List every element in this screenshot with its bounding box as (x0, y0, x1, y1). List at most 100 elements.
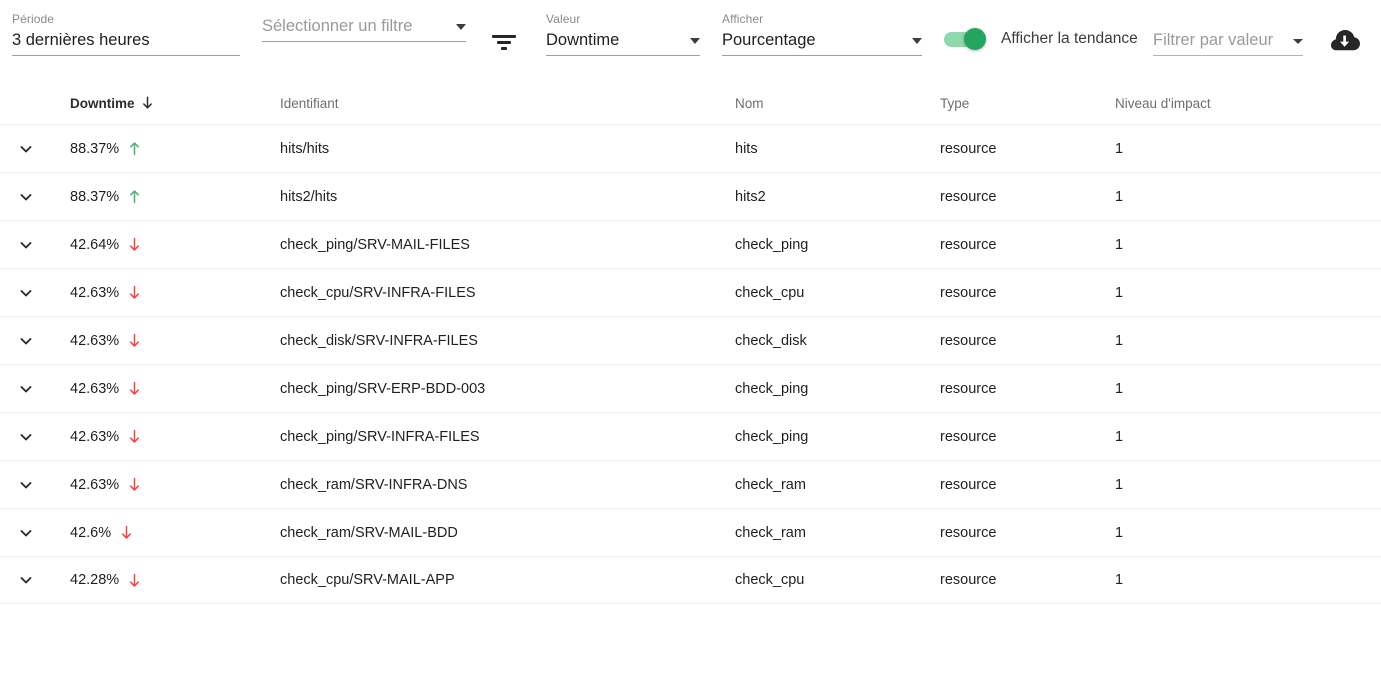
chevron-down-icon[interactable] (17, 571, 35, 589)
downtime-value: 42.6% (70, 524, 112, 541)
downtime-value: 42.63% (70, 428, 120, 445)
trend-up-icon (128, 189, 141, 204)
table-row[interactable]: 42.63% check_cpu/SRV-INFRA-FILES check_cpu… (0, 268, 1381, 316)
table-row[interactable]: 88.37% hits/hits hits resource 1 (0, 124, 1381, 172)
cell-type: resource (940, 140, 997, 157)
chevron-down-icon[interactable] (17, 332, 35, 350)
column-header-nom-label: Nom (735, 95, 764, 111)
cell-nom: check_ping (735, 380, 809, 397)
toggle-knob (964, 27, 986, 50)
downtime-value: 42.63% (70, 380, 120, 397)
downtime-value: 88.37% (70, 140, 120, 157)
cell-downtime: 42.63% (70, 429, 280, 445)
table-row[interactable]: 42.63% check_ping/SRV-ERP-BDD-003 check_pi… (0, 364, 1381, 412)
value-select[interactable]: Valeur Downtime (546, 12, 700, 56)
cell-niveau-impact: 1 (1115, 380, 1124, 397)
cell-identifiant: check_ping/SRV-MAIL-FILES (280, 236, 470, 253)
trend-down-icon (128, 237, 141, 252)
cell-downtime: 42.28% (70, 572, 280, 588)
column-header-niveau-impact[interactable]: Niveau d'impact (1115, 96, 1365, 111)
trend-up-icon (128, 141, 141, 156)
trend-down-icon (128, 573, 141, 588)
cell-type: resource (940, 380, 997, 397)
cell-downtime: 42.63% (70, 381, 280, 397)
cell-type: resource (940, 476, 997, 493)
chevron-down-icon[interactable] (17, 476, 35, 494)
cell-nom: check_ping (735, 428, 809, 445)
sort-descending-icon (141, 96, 154, 110)
trend-down-icon (120, 525, 133, 540)
cell-identifiant: check_cpu/SRV-MAIL-APP (280, 572, 455, 588)
filters-toolbar: Période 3 dernières heures Sélectionner … (0, 0, 1381, 82)
chevron-down-icon (912, 38, 922, 44)
column-header-nom[interactable]: Nom (735, 96, 940, 111)
cell-niveau-impact: 1 (1115, 332, 1124, 349)
cell-downtime: 42.63% (70, 285, 280, 301)
column-header-niveau-impact-label: Niveau d'impact (1115, 95, 1211, 111)
downtime-table: Downtime Identifiant Nom Type Niveau d'i… (0, 82, 1381, 604)
chevron-down-icon[interactable] (17, 188, 35, 206)
chevron-down-icon[interactable] (17, 284, 35, 302)
trend-down-icon (128, 285, 141, 300)
cell-identifiant: check_ram/SRV-MAIL-BDD (280, 524, 458, 541)
cell-nom: check_ping (735, 236, 809, 253)
cell-identifiant: hits/hits (280, 140, 330, 157)
cell-nom: check_cpu (735, 284, 805, 301)
table-row[interactable]: 42.28% check_cpu/SRV-MAIL-APP check_cpu res… (0, 556, 1381, 604)
table-row[interactable]: 42.64% check_ping/SRV-MAIL-FILES check_pin… (0, 220, 1381, 268)
downtime-value: 42.63% (70, 284, 120, 301)
trend-down-icon (128, 333, 141, 348)
column-header-identifiant-label: Identifiant (280, 95, 339, 111)
cell-identifiant: check_ram/SRV-INFRA-DNS (280, 476, 468, 493)
chevron-down-icon (690, 38, 700, 44)
period-select[interactable]: Période 3 dernières heures (12, 12, 240, 56)
display-select[interactable]: Afficher Pourcentage (722, 12, 922, 56)
cell-nom: check_ram (735, 476, 806, 493)
chevron-down-icon[interactable] (17, 428, 35, 446)
downtime-value: 88.37% (70, 188, 120, 205)
table-row[interactable]: 42.6% check_ram/SRV-MAIL-BDD check_ram reso… (0, 508, 1381, 556)
filter-icon[interactable] (490, 30, 518, 54)
table-row[interactable]: 42.63% check_ping/SRV-INFRA-FILES check_pi… (0, 412, 1381, 460)
cloud-download-icon[interactable] (1330, 27, 1362, 55)
filter-by-value-label (1153, 12, 1303, 26)
table-row[interactable]: 42.63% check_disk/SRV-INFRA-FILES check_di… (0, 316, 1381, 364)
cell-identifiant: check_ping/SRV-ERP-BDD-003 (280, 380, 486, 397)
cell-type: resource (940, 188, 997, 205)
cell-niveau-impact: 1 (1115, 284, 1124, 301)
cell-type: resource (940, 428, 997, 445)
column-header-identifiant[interactable]: Identifiant (280, 96, 735, 111)
cell-identifiant: check_cpu/SRV-INFRA-FILES (280, 284, 476, 301)
trend-down-icon (128, 381, 141, 396)
chevron-down-icon[interactable] (17, 140, 35, 158)
value-label: Valeur (546, 12, 581, 26)
filter-by-value-placeholder: Filtrer par valeur (1153, 31, 1274, 49)
cell-type: resource (940, 524, 997, 541)
downtime-value: 42.63% (70, 332, 120, 349)
column-header-downtime[interactable]: Downtime (70, 96, 280, 111)
cell-downtime: 88.37% (70, 141, 280, 157)
cell-identifiant: hits2/hits (280, 188, 338, 205)
cell-downtime: 42.6% (70, 525, 280, 541)
chevron-down-icon[interactable] (17, 380, 35, 398)
cell-type: resource (940, 284, 997, 301)
show-trend-toggle[interactable]: Afficher la tendance (944, 27, 1138, 50)
table-row[interactable]: 88.37% hits2/hits hits2 resource 1 (0, 172, 1381, 220)
cell-nom: check_ram (735, 524, 806, 541)
cell-identifiant: check_ping/SRV-INFRA-FILES (280, 428, 480, 445)
cell-niveau-impact: 1 (1115, 572, 1124, 588)
chevron-down-icon (456, 24, 466, 30)
column-header-downtime-label: Downtime (70, 95, 135, 111)
table-row[interactable]: 42.63% check_ram/SRV-INFRA-DNS check_ram re… (0, 460, 1381, 508)
cell-niveau-impact: 1 (1115, 476, 1124, 493)
cell-type: resource (940, 572, 997, 588)
filter-select[interactable]: Sélectionner un filtre (262, 12, 466, 42)
display-value: Pourcentage (722, 31, 816, 49)
cell-nom: check_cpu (735, 572, 805, 588)
chevron-down-icon[interactable] (17, 524, 35, 542)
cell-nom: hits (735, 140, 758, 157)
filter-by-value-select[interactable]: Filtrer par valeur (1153, 12, 1303, 56)
chevron-down-icon[interactable] (17, 236, 35, 254)
downtime-report-page: Période 3 dernières heures Sélectionner … (0, 0, 1381, 695)
column-header-type[interactable]: Type (940, 96, 1115, 111)
